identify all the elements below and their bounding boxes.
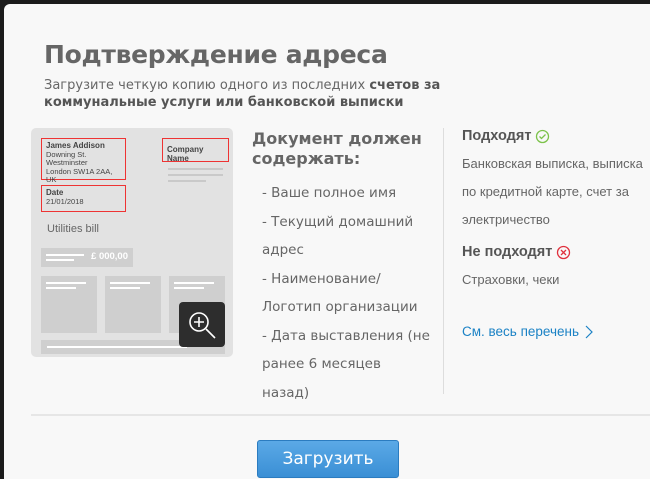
upload-button[interactable]: Загрузить [257,440,399,478]
check-circle-icon [536,129,550,143]
address-verification-dialog: Подтверждение адреса Загрузите четкую ко… [4,4,650,479]
zoom-in-icon [189,312,216,339]
chevron-right-icon [585,325,593,338]
requirements-section: Документ должен содержать: - Ваше полное… [252,129,432,407]
requirement-item: - Наименование/Логотип организации [262,270,418,316]
sample-document-preview[interactable]: James Addison Downing St. Westminster Lo… [31,128,233,357]
rejected-text: Страховки, чеки [462,272,560,287]
vertical-divider [443,128,444,394]
accepted-heading: Подходят [462,128,532,144]
company-name-box: Company Name [162,138,229,162]
see-full-list-label: См. весь перечень [462,324,580,339]
placeholder-line [168,180,206,182]
sample-company: Company Name [167,145,204,163]
sample-address-line: London SW1A 2AA, UK [46,166,113,184]
amount-box: £ 000,00 [41,248,133,267]
cross-circle-icon [557,245,571,259]
requirements-heading: Документ должен содержать: [252,129,422,168]
requirement-item: - Текущий домашний адрес [262,213,414,259]
sample-doc-type: Utilities bill [47,223,99,235]
accepted-text: Банковская выписка, выписка по кредитной… [462,156,643,227]
rejected-heading: Не подходят [462,244,553,260]
sample-date: 21/01/2018 [46,196,84,206]
placeholder-line [168,168,223,170]
requirement-item: - Дата выставления (не ранее 6 месяцев н… [262,327,430,401]
requirement-item: - Ваше полное имя [262,185,397,201]
zoom-in-button[interactable] [179,302,225,347]
accepted-documents-section: Подходят Банковская выписка, выписка по … [462,128,648,339]
name-address-box: James Addison Downing St. Westminster Lo… [41,138,126,184]
subtitle-text: Загрузите четкую копию одного из последн… [44,78,370,93]
placeholder-line [168,174,223,176]
sample-amount: £ 000,00 [91,251,128,262]
horizontal-divider [31,414,650,416]
date-box: Date 21/01/2018 [41,185,126,212]
page-title: Подтверждение адреса [44,40,388,69]
subtitle: Загрузите четкую копию одного из последн… [44,77,444,111]
placeholder-block [105,276,161,333]
placeholder-block [41,276,97,333]
see-full-list-link[interactable]: См. весь перечень [462,324,593,339]
